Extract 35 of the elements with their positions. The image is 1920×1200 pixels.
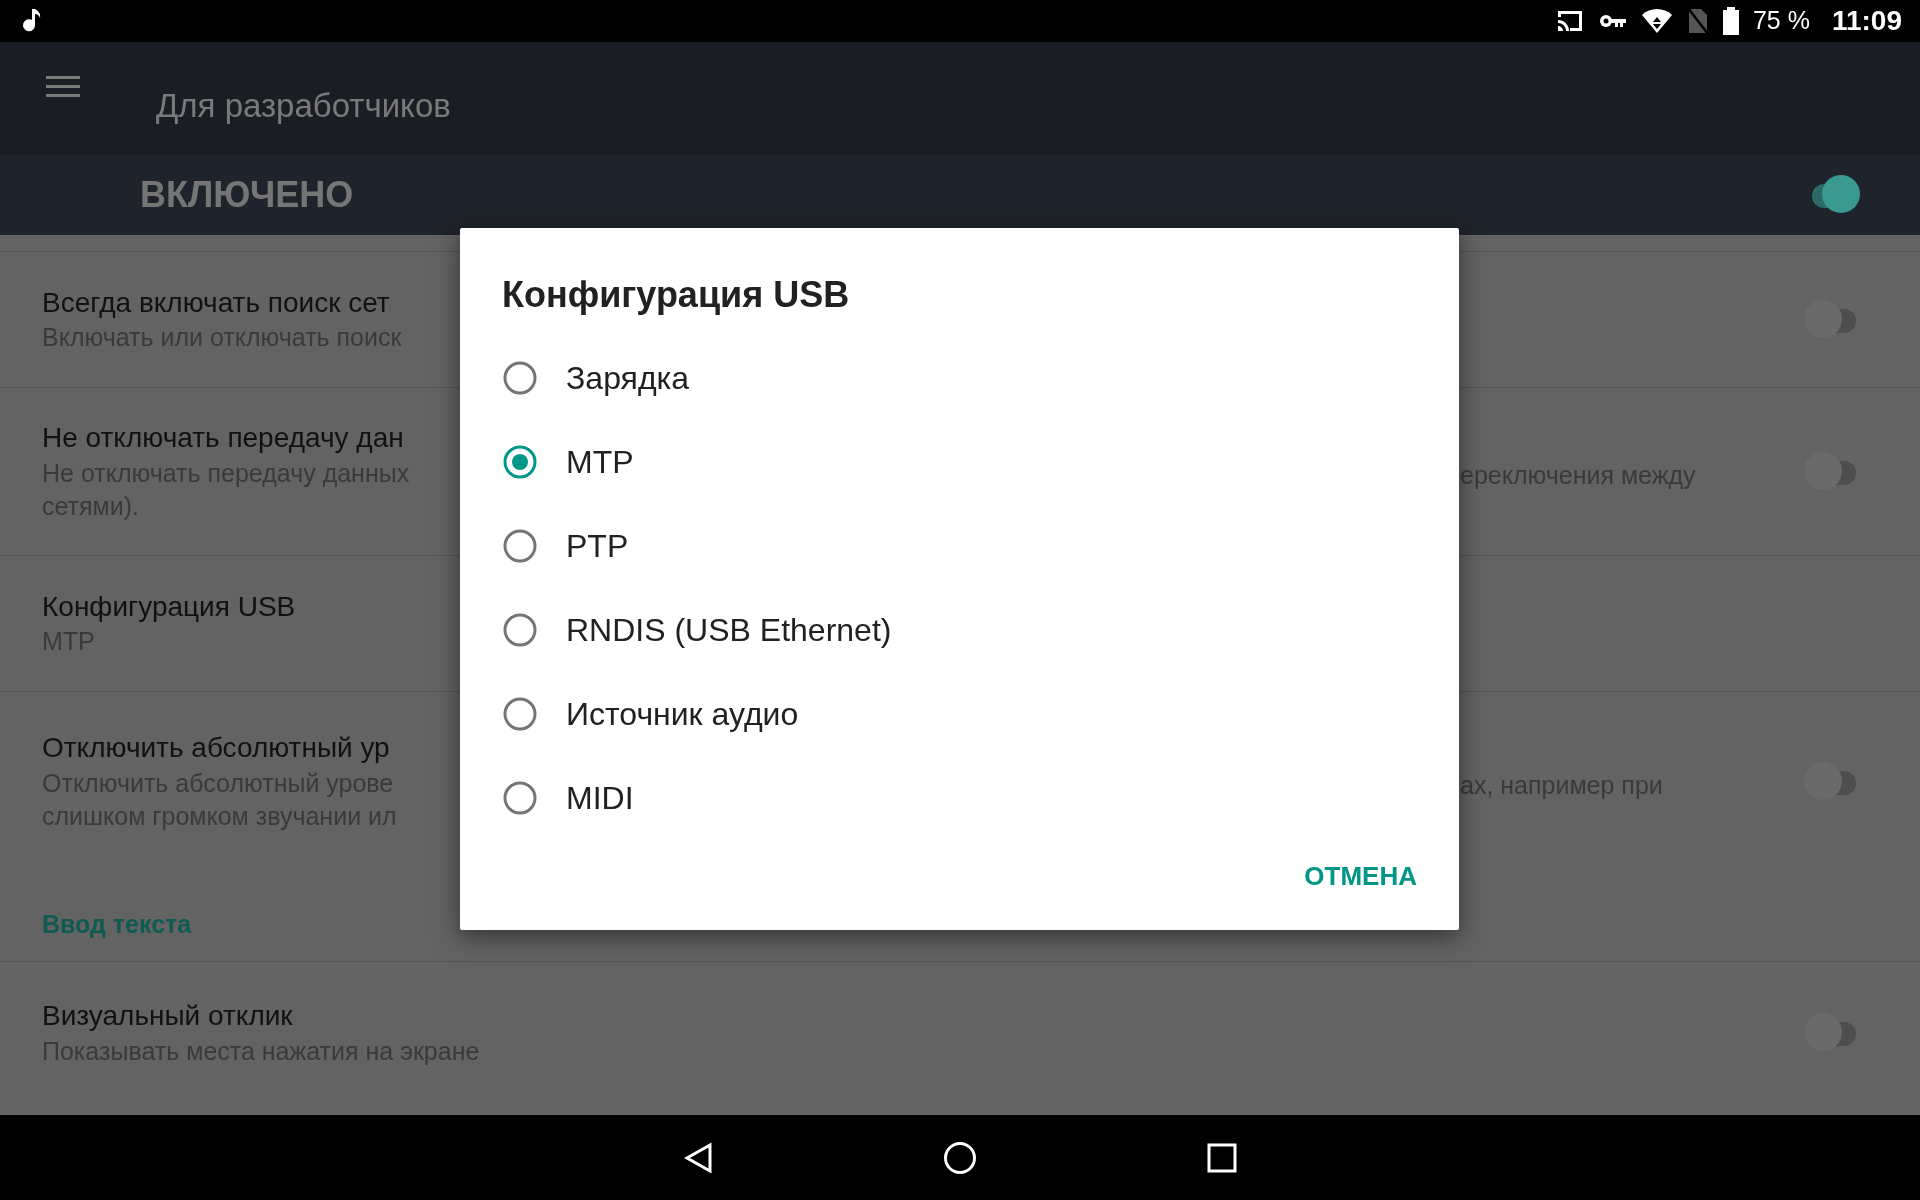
radio-button[interactable] [502,696,538,732]
radio-button[interactable] [502,444,538,480]
menu-icon [46,74,80,99]
radio-option[interactable]: PTP [502,504,1425,588]
battery-icon [1722,7,1739,35]
setting-title: Отключить абсолютный ур [42,731,391,766]
recents-icon [1207,1142,1237,1173]
recents-button[interactable] [1207,1142,1237,1173]
no-sim-icon [1686,7,1709,35]
radio-option[interactable]: MTP [502,420,1425,504]
setting-title: Визуальный отклик [42,999,294,1034]
dialog-title: Конфигурация USB [502,273,851,317]
screen-title: Для разработчиков [156,85,451,126]
radio-option[interactable]: Источник аудио [502,672,1425,756]
setting-title: Не отключать передачу дан [42,421,405,456]
section-header: Ввод текста [42,908,192,940]
wifi-icon [1640,8,1673,34]
cancel-button[interactable]: ОТМЕНА [1296,847,1425,906]
menu-button[interactable] [46,74,80,99]
radio-option[interactable]: Зарядка [502,336,1425,420]
home-icon [943,1140,977,1175]
battery-level: 75 % [1752,5,1810,37]
back-button[interactable] [683,1141,713,1174]
radio-button[interactable] [502,780,538,816]
setting-title: Всегда включать поиск сет [42,285,391,320]
radio-button[interactable] [502,528,538,564]
clock: 11:09 [1831,4,1902,38]
radio-button[interactable] [502,360,538,396]
switch-label: ВКЛЮЧЕНО [140,173,354,217]
home-button[interactable] [943,1140,977,1175]
setting-title: Конфигурация USB [42,589,297,624]
back-icon [683,1141,713,1174]
radio-option[interactable]: MIDI [502,756,1425,840]
radio-option[interactable]: RNDIS (USB Ethernet) [502,588,1425,672]
radio-button[interactable] [502,612,538,648]
